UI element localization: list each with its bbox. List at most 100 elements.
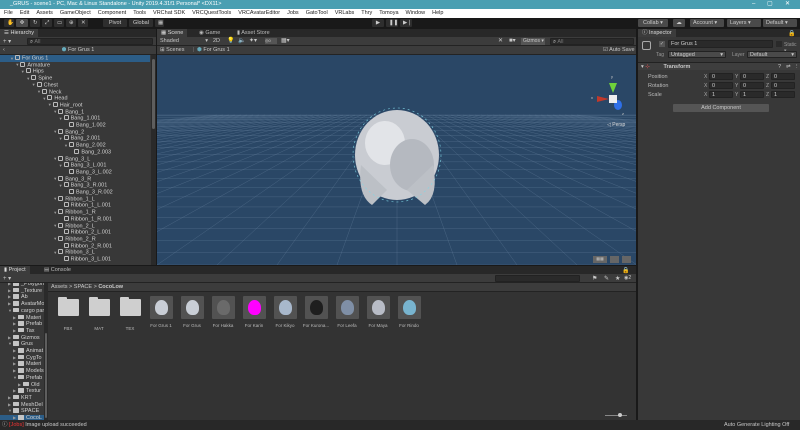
hierarchy-item[interactable]: Bang_1.002 [0, 122, 150, 129]
grid-icon[interactable]: ▦▾ [281, 37, 290, 44]
hierarchy-item[interactable]: ▼ Hair_root [0, 101, 150, 109]
hierarchy-item[interactable]: ▼ Bang_2.001 [0, 135, 150, 142]
audio-icon[interactable]: 🔈 [238, 37, 245, 44]
folder-item[interactable]: ▶ Models [0, 368, 44, 375]
account-dropdown[interactable]: Account ▾ [690, 19, 724, 27]
scale-x-field[interactable]: 1 [709, 91, 733, 98]
menu-gameobject[interactable]: GameObject [60, 9, 91, 18]
play-button[interactable]: ▶ [372, 19, 384, 27]
menu-vrcquesttools[interactable]: VRCQuestTools [192, 9, 231, 18]
position-y-field[interactable]: 0 [740, 73, 764, 80]
menu-vrchat-sdk[interactable]: VRChat SDK [153, 9, 185, 18]
folder-item[interactable]: ▶ AvatarMo [0, 301, 44, 308]
hierarchy-item[interactable]: ▼ Bang_2 [0, 128, 150, 136]
folder-item[interactable]: ▶ Materi [0, 361, 44, 368]
step-button[interactable]: ▶❘ [400, 19, 412, 27]
hierarchy-item[interactable]: Ribbon_1_L.001 [0, 202, 150, 209]
folder-item[interactable]: ▶ Ab [0, 294, 44, 301]
hierarchy-search-input[interactable]: ⌕ All [27, 38, 153, 45]
hierarchy-item[interactable]: Bang_3_L.002 [0, 168, 150, 176]
folder-item[interactable]: ▶ MeshDel [0, 401, 44, 409]
hierarchy-item[interactable]: ▼ Ribbon_2_R [0, 235, 150, 243]
rect-tool-icon[interactable]: ▭ [54, 19, 64, 27]
hierarchy-item[interactable]: ▼ Bang_3_R.001 [0, 182, 150, 189]
hierarchy-item[interactable]: ▼ Ribbon_3_L [0, 249, 150, 256]
tab-project[interactable]: ▮ Project [0, 266, 30, 274]
gizmos-dropdown[interactable]: Gizmos ▾ [521, 38, 545, 45]
rotation-y-field[interactable]: 0 [740, 82, 764, 89]
tab-asset-store[interactable]: ▮ Asset Store [233, 29, 274, 37]
auto-save-toggle[interactable]: ☑ Auto Save [603, 46, 635, 54]
hierarchy-item[interactable]: ▼ Ribbon_1_L [0, 195, 150, 203]
menu-help[interactable]: Help [432, 9, 443, 18]
snap-icon[interactable]: ▦ [155, 19, 164, 27]
transform-header[interactable]: ▾ ⊹ Transform ? ⇌ ⋮ [638, 62, 800, 70]
scene-viewport[interactable]: y z x ◁ Persp ▦▦ [157, 55, 636, 265]
scenes-breadcrumb[interactable]: ⊞ Scenes [160, 46, 185, 54]
asset-item[interactable]: For Kurona... [302, 296, 330, 328]
menu-tomoya[interactable]: Tomoya [379, 9, 398, 18]
favorite-icon[interactable]: ★ [615, 275, 620, 282]
breadcrumb-assets[interactable]: Assets [51, 284, 68, 290]
maximize-button[interactable]: ▢ [767, 0, 773, 9]
overlay-button[interactable] [610, 256, 619, 263]
menu-gatotool[interactable]: GatoTool [306, 9, 328, 18]
name-field[interactable]: For Grus 1 [668, 40, 773, 48]
hierarchy-item[interactable]: ▼ Bang_3_L.001 [0, 162, 150, 169]
asset-item[interactable]: FBX [54, 296, 82, 331]
menu-edit[interactable]: Edit [20, 9, 29, 18]
active-checkbox[interactable]: ✓ [659, 41, 665, 47]
hidden-packages-toggle[interactable]: ◉2 [624, 275, 631, 281]
create-button[interactable]: + ▾ [3, 38, 11, 45]
effects-icon[interactable]: ✦▾ [249, 37, 257, 44]
menu-assets[interactable]: Assets [36, 9, 53, 18]
hierarchy-item[interactable]: ▼ Bang_1.001 [0, 115, 150, 122]
lighting-status[interactable]: Auto Generate Lighting Off [724, 420, 789, 430]
tab-inspector[interactable]: ⓘ Inspector [638, 29, 676, 37]
folder-item[interactable]: ▶ Prefab [0, 321, 44, 328]
hierarchy-item[interactable]: ▼ Spine [0, 75, 150, 82]
hand-tool-icon[interactable]: ✋ [4, 19, 14, 27]
layers-dropdown[interactable]: Layers ▾ [727, 19, 761, 27]
tag-dropdown[interactable]: Untagged ▾ [668, 51, 726, 58]
folder-item[interactable]: ▼ Grus [0, 341, 44, 348]
folder-item[interactable]: ▶ Materi [0, 314, 44, 322]
filter-type-icon[interactable]: ⚑ [592, 275, 597, 282]
hierarchy-item[interactable]: ▼ For Grus 1 [0, 55, 150, 62]
more-icon[interactable]: ⋮ [794, 63, 800, 71]
custom-tool-icon[interactable]: ✕ [78, 19, 88, 27]
breadcrumb-space[interactable]: SPACE [74, 284, 92, 290]
folder-item[interactable]: ▶ Gizmos [0, 334, 44, 342]
asset-item[interactable]: For Leefa [333, 296, 361, 328]
menu-window[interactable]: Window [406, 9, 426, 18]
menu-jobs[interactable]: Jobs [287, 9, 299, 18]
move-tool-icon[interactable]: ✥ [16, 19, 28, 27]
transform-tool-icon[interactable]: ⊕ [66, 19, 76, 27]
hierarchy-item[interactable]: ▼ Bang_3_R [0, 175, 150, 183]
rotation-z-field[interactable]: 0 [771, 82, 795, 89]
asset-item[interactable]: For Grus [178, 296, 206, 328]
hierarchy-scrollbar[interactable] [151, 55, 156, 265]
asset-item[interactable]: For Kikyo [271, 296, 299, 328]
icon-size-slider[interactable] [605, 413, 627, 417]
folder-item[interactable]: ▼ cargo par [0, 307, 44, 315]
position-x-field[interactable]: 0 [709, 73, 733, 80]
add-component-button[interactable]: Add Component [673, 104, 769, 112]
menu-tools[interactable]: Tools [133, 9, 146, 18]
filter-label-icon[interactable]: ✎ [604, 275, 609, 282]
folder-item[interactable]: ▼ SPACE [0, 408, 44, 415]
asset-item[interactable]: For Hakka [209, 296, 237, 328]
hierarchy-item[interactable]: Ribbon_2_R.001 [0, 242, 150, 250]
scale-y-field[interactable]: 1 [740, 91, 764, 98]
asset-item[interactable]: TEX [116, 296, 144, 331]
2d-toggle[interactable]: 2D [213, 38, 220, 44]
hierarchy-item[interactable]: ▼ Bang_3_L [0, 155, 150, 163]
overlay-button[interactable]: ▦▦ [593, 256, 607, 263]
status-message[interactable]: Image upload succeeded [25, 422, 86, 428]
hierarchy-item[interactable]: Ribbon_2_L.001 [0, 229, 150, 236]
scale-tool-icon[interactable]: ⤢ [42, 19, 52, 27]
rotation-x-field[interactable]: 0 [709, 82, 733, 89]
folder-item[interactable]: ▶ Tax [0, 327, 44, 335]
hierarchy-item[interactable]: Ribbon_1_R.001 [0, 215, 150, 223]
static-checkbox[interactable] [776, 41, 782, 47]
